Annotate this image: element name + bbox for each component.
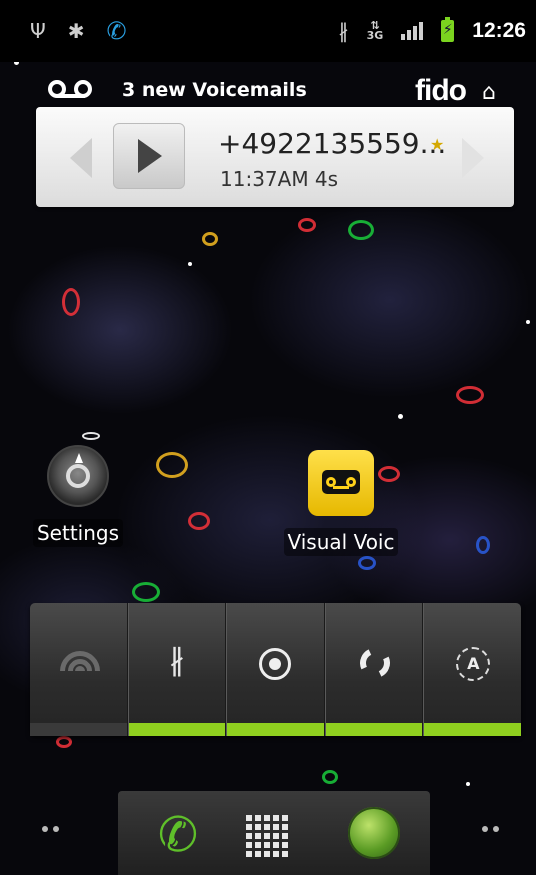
voicemail-widget-header: 3 new Voicemails fido ⌂ (48, 74, 496, 107)
settings-label: Settings (32, 519, 124, 547)
power-control-widget: ∦ A (30, 603, 521, 736)
signal-icon (401, 22, 424, 40)
carrier-logo: fido (415, 74, 467, 107)
network-type: 3G (366, 29, 384, 42)
page-indicator-right[interactable] (482, 826, 499, 832)
bluetooth-toggle[interactable]: ∦ (127, 603, 227, 736)
wifi-toggle[interactable] (30, 603, 128, 736)
phone-icon[interactable]: ✆ (148, 805, 208, 865)
status-bar[interactable]: Ψ ✱ ✆ ∦ ⇅ 3G ⚡ 12:26 (0, 0, 536, 62)
star-icon: ★ (430, 135, 445, 154)
voicemail-icon (48, 80, 98, 102)
sync-indicator (325, 723, 423, 736)
brightness-toggle[interactable]: A (423, 603, 521, 736)
voicemail-card[interactable]: +4922135559... ★ 11:37AM 4s (36, 107, 514, 207)
status-clock: 12:26 (472, 19, 526, 42)
voicemail-caller: +4922135559... (218, 127, 447, 160)
battery-charging-icon: ⚡ (441, 17, 455, 42)
page-indicator-left[interactable] (42, 826, 59, 832)
voicemail-count-title: 3 new Voicemails (122, 79, 307, 101)
visual-voicemail-icon (308, 450, 374, 516)
wifi-icon (60, 647, 100, 671)
app-launcher-icon[interactable] (246, 815, 288, 857)
3g-data-icon: ⇅ 3G (366, 19, 384, 42)
bluetooth-icon: ∦ (338, 19, 349, 43)
gps-indicator (227, 723, 324, 736)
settings-shortcut[interactable]: Settings (30, 445, 126, 547)
sync-toggle[interactable] (324, 603, 424, 736)
next-arrow-icon[interactable] (462, 138, 484, 178)
visual-voicemail-label: Visual Voic (283, 528, 399, 556)
sync-icon (355, 643, 395, 683)
play-icon[interactable] (113, 123, 185, 189)
brightness-indicator (424, 723, 521, 736)
settings-icon (47, 445, 109, 507)
bluetooth-indicator (128, 723, 226, 736)
visual-voicemail-shortcut[interactable]: Visual Voic (282, 450, 400, 560)
call-forward-icon: ✆ (106, 17, 127, 45)
brightness-auto-icon: A (456, 647, 491, 681)
android-debug-icon: ✱ (67, 19, 85, 43)
gps-icon (259, 648, 292, 680)
home-icon[interactable]: ⌂ (482, 80, 496, 105)
bluetooth-icon: ∦ (169, 643, 185, 678)
gps-toggle[interactable] (226, 603, 325, 736)
usb-icon: Ψ (30, 19, 46, 43)
voicemail-time-duration: 11:37AM 4s (220, 167, 339, 191)
browser-icon[interactable] (348, 807, 400, 859)
wifi-indicator (30, 723, 127, 736)
dock-bar: ✆ (118, 791, 430, 875)
prev-arrow-icon[interactable] (70, 138, 92, 178)
